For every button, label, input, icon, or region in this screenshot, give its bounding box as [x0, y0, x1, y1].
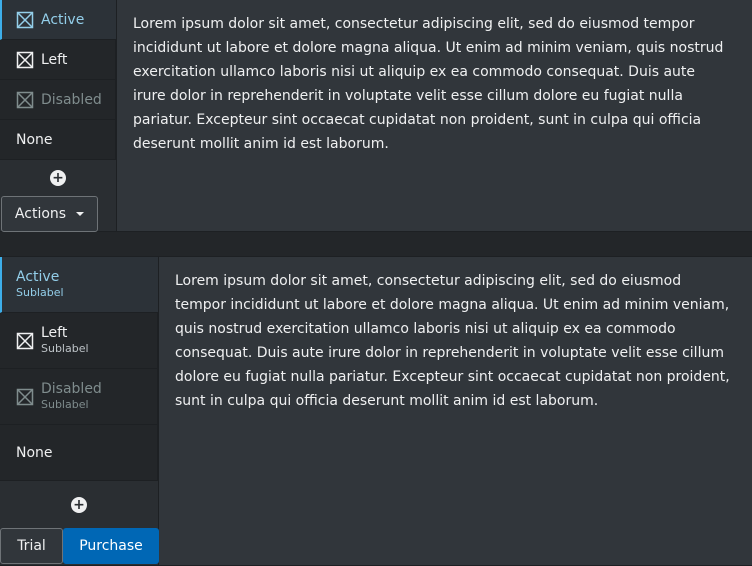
- vertical-tab-bar: Active Left Disabled None + Actions: [0, 0, 117, 232]
- checkbox-crossed-icon: [16, 51, 34, 69]
- actions-button[interactable]: Actions: [1, 196, 98, 232]
- purchase-button-label: Purchase: [79, 538, 143, 554]
- plus-circle-icon[interactable]: +: [71, 497, 87, 513]
- tab-sublabel: Sublabel: [41, 342, 89, 355]
- tab-labels: Active Sublabel: [16, 269, 64, 300]
- tab-content-text: Lorem ipsum dolor sit amet, consectetur …: [133, 16, 724, 152]
- tab-label: Left: [41, 51, 68, 68]
- tab-label: Disabled: [41, 91, 102, 108]
- tab-label: Active: [41, 11, 85, 28]
- checkbox-crossed-icon: [16, 388, 34, 406]
- tab-disabled: Disabled Sublabel: [0, 369, 158, 425]
- trial-button-label: Trial: [17, 538, 46, 554]
- tab-none[interactable]: None: [0, 120, 116, 160]
- tab-label: Disabled: [41, 381, 102, 397]
- tab-none[interactable]: None: [0, 425, 158, 481]
- purchase-button[interactable]: Purchase: [63, 528, 159, 564]
- tab-disabled: Disabled: [0, 80, 116, 120]
- tab-active[interactable]: Active Sublabel: [0, 257, 158, 313]
- checkbox-crossed-icon: [16, 332, 34, 350]
- tab-left[interactable]: Left: [0, 40, 116, 80]
- checkbox-crossed-icon: [16, 91, 34, 109]
- plus-circle-icon[interactable]: +: [50, 170, 66, 186]
- add-tab-row: +: [0, 481, 158, 529]
- tab-active[interactable]: Active: [0, 0, 116, 40]
- tab-label: Active: [16, 269, 60, 285]
- tab-label: None: [16, 131, 53, 148]
- chevron-down-icon: [76, 212, 85, 216]
- tab-label: None: [16, 444, 53, 461]
- tab-panel-top: Active Left Disabled None + Actions Lore…: [0, 0, 752, 232]
- tab-content-text: Lorem ipsum dolor sit amet, consectetur …: [175, 273, 730, 409]
- tab-left[interactable]: Left Sublabel: [0, 313, 158, 369]
- tab-sublabel: Sublabel: [16, 286, 64, 299]
- checkbox-crossed-icon: [16, 11, 34, 29]
- add-tab-row: +: [0, 160, 116, 196]
- tab-label: Left: [41, 325, 68, 341]
- vertical-tab-bar: Active Sublabel Left Sublabel Disabled S…: [0, 257, 159, 565]
- trial-button[interactable]: Trial: [0, 528, 63, 564]
- tab-sublabel: Sublabel: [41, 398, 89, 411]
- actions-button-label: Actions: [14, 206, 67, 222]
- tab-labels: Disabled Sublabel: [41, 381, 102, 412]
- tab-panel-bottom: Active Sublabel Left Sublabel Disabled S…: [0, 256, 752, 566]
- tab-labels: Left Sublabel: [41, 325, 89, 356]
